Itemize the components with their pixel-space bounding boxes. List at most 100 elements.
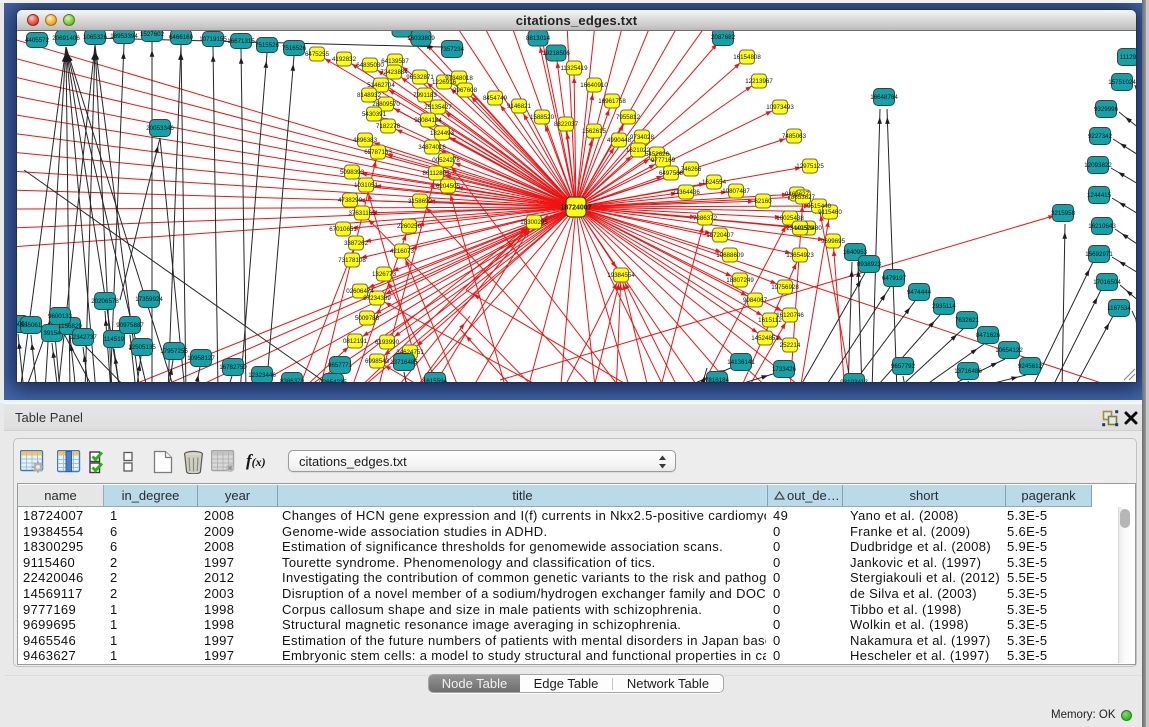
svg-text:02606474: 02606474 [346,288,374,295]
svg-text:93103413: 93103413 [840,379,868,382]
svg-text:8454749: 8454749 [483,95,508,102]
svg-text:73178108: 73178108 [338,257,366,264]
svg-text:15692971: 15692971 [1085,251,1113,258]
svg-text:00524278: 00524278 [432,157,460,164]
svg-text:98084124: 98084124 [414,117,442,124]
svg-text:5098393: 5098393 [340,169,365,176]
svg-text:18300295: 18300295 [520,219,548,226]
svg-text:15720407: 15720407 [706,232,734,239]
svg-text:37631165: 37631165 [348,210,376,217]
svg-text:6998543: 6998543 [365,358,390,365]
svg-text:2260256: 2260256 [397,223,422,230]
svg-text:8938923: 8938923 [857,261,882,268]
svg-text:9084067: 9084067 [743,297,768,304]
svg-text:1167534: 1167534 [1107,305,1131,312]
svg-text:18953394: 18953394 [110,33,138,40]
svg-text:252214: 252214 [780,342,801,349]
svg-text:10807487: 10807487 [722,188,750,195]
svg-text:10025438: 10025438 [776,215,804,222]
svg-text:4896383: 4896383 [353,137,378,144]
svg-text:80112805: 80112805 [422,170,450,177]
svg-text:12093822: 12093822 [1084,162,1112,169]
svg-text:96532871: 96532871 [406,74,434,81]
svg-text:4990448: 4990448 [607,137,632,144]
svg-text:6204505: 6204505 [436,183,461,190]
svg-text:51462704: 51462704 [367,82,395,89]
svg-text:9474444: 9474444 [907,289,932,296]
svg-text:16782759: 16782759 [219,364,247,371]
svg-text:8386379: 8386379 [280,378,305,382]
svg-text:10958127: 10958127 [187,355,215,362]
svg-text:1326773: 1326773 [372,271,397,278]
svg-text:7991183: 7991183 [413,92,437,99]
svg-text:7386372: 7386372 [693,215,718,222]
svg-text:72423884: 72423884 [380,69,408,76]
svg-text:16961758: 16961758 [598,98,626,105]
svg-text:9115460: 9115460 [818,209,842,216]
svg-text:9777169: 9777169 [651,157,676,164]
svg-text:7485063: 7485063 [782,133,807,140]
svg-text:114519: 114519 [104,336,125,343]
svg-text:15751024: 15751024 [1108,79,1136,86]
svg-text:17957255: 17957255 [160,348,188,355]
svg-text:18724007: 18724007 [560,205,591,212]
svg-text:14136141: 14136141 [727,359,755,366]
svg-text:1031051: 1031051 [354,182,379,189]
svg-text:1615594: 1615594 [423,378,448,382]
svg-text:12975125: 12975125 [796,163,824,170]
svg-text:12342737: 12342737 [69,334,97,341]
svg-text:19756928: 19756928 [771,284,799,291]
svg-text:12213967: 12213967 [745,78,773,85]
svg-text:4192832: 4192832 [332,56,357,63]
svg-text:1527602: 1527602 [140,31,165,38]
svg-text:535061: 535061 [21,322,42,329]
svg-text:7357234: 7357234 [440,46,465,53]
svg-text:10973493: 10973493 [766,104,794,111]
svg-text:20053346: 20053346 [146,125,174,132]
svg-text:9657792: 9657792 [891,363,916,370]
svg-text:1244415: 1244415 [1087,192,1112,199]
svg-text:5430391: 5430391 [362,111,387,118]
svg-text:8471626: 8471626 [976,332,1001,339]
svg-text:28809570: 28809570 [372,101,400,108]
svg-text:9329996: 9329996 [1094,106,1119,113]
svg-text:4405572: 4405572 [25,37,50,44]
svg-text:21364436: 21364436 [672,189,700,196]
svg-text:90975887: 90975887 [116,322,144,329]
svg-text:746266: 746266 [681,166,702,173]
svg-text:65787133: 65787133 [364,149,392,156]
svg-text:1640953: 1640953 [843,249,868,256]
svg-text:6475255: 6475255 [305,51,330,58]
svg-text:1824493: 1824493 [430,130,455,137]
svg-text:16648764: 16648764 [870,94,898,101]
svg-text:6193990: 6193990 [375,339,400,346]
svg-text:9245612: 9245612 [1018,363,1043,370]
svg-text:64835030: 64835030 [356,62,384,69]
svg-text:23449579: 23449579 [786,225,814,232]
svg-text:1733426: 1733426 [772,366,797,373]
svg-text:13716486: 13716486 [954,368,982,375]
svg-text:16154808: 16154808 [733,54,761,61]
svg-text:4738299: 4738299 [338,197,363,204]
svg-text:9699695: 9699695 [821,238,846,245]
svg-text:1156829: 1156829 [58,323,82,330]
svg-text:11325419: 11325419 [560,65,588,72]
svg-text:16210643: 16210643 [1088,223,1116,230]
svg-text:7182278: 7182278 [376,123,401,130]
svg-text:10719155: 10719155 [199,36,227,43]
svg-text:1588520: 1588520 [530,114,555,121]
svg-text:5009788: 5009788 [355,315,380,322]
svg-text:9146821: 9146821 [507,103,532,110]
svg-text:8322037: 8322037 [554,121,579,128]
svg-text:34624751: 34624751 [396,349,424,356]
svg-text:67010651: 67010651 [329,226,357,233]
svg-text:8148932: 8148932 [357,92,382,99]
svg-text:3158692: 3158692 [408,198,433,205]
svg-text:17359924: 17359924 [135,296,163,303]
svg-text:16640910: 16640910 [580,82,608,89]
svg-text:8653627: 8653627 [791,194,816,201]
svg-text:0812191: 0812191 [343,338,368,345]
svg-text:2087682: 2087682 [711,34,736,41]
svg-text:17016504: 17016504 [1093,279,1121,286]
svg-text:16671315: 16671315 [227,38,255,45]
